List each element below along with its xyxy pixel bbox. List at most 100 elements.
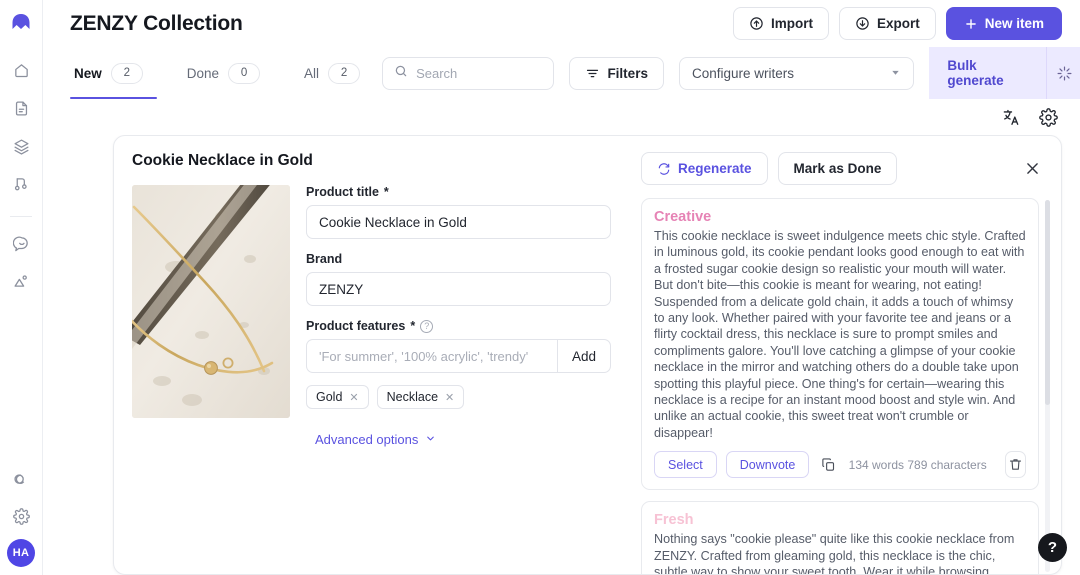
export-label: Export	[877, 16, 920, 31]
tab-all-label: All	[304, 66, 319, 81]
chat-smile-icon	[13, 235, 30, 252]
item-body: Product title * Cookie Necklace in Gold …	[132, 185, 611, 449]
variant-list: Creative This cookie necklace is sweet i…	[641, 198, 1051, 574]
content-area: Cookie Necklace in Gold	[43, 135, 1080, 575]
sparkle-icon[interactable]	[1046, 47, 1080, 99]
help-fab-button[interactable]: ?	[1038, 533, 1067, 562]
app-logo[interactable]	[9, 11, 33, 35]
sidebar-item-home[interactable]	[6, 55, 36, 85]
variant-body: Fresh Nothing says "cookie please" quite…	[642, 502, 1038, 574]
variant-tone-label: Fresh	[654, 512, 1026, 528]
tab-new[interactable]: New 2	[70, 47, 165, 99]
branch-icon	[13, 176, 30, 193]
close-icon[interactable]	[1020, 156, 1045, 181]
search-box[interactable]	[382, 57, 554, 90]
question-icon[interactable]: ?	[420, 320, 433, 333]
home-icon	[13, 62, 30, 79]
page-header: ZENZY Collection Import Export	[43, 0, 1080, 47]
gear-icon	[13, 508, 30, 525]
downvote-button[interactable]: Downvote	[726, 451, 810, 478]
item-edit-pane: Cookie Necklace in Gold	[114, 136, 629, 574]
variant-body: Creative This cookie necklace is sweet i…	[642, 199, 1038, 441]
search-input[interactable]	[416, 66, 542, 81]
product-features-row: 'For summer', '100% acrylic', 'trendy' A…	[306, 339, 611, 373]
variant-tone-label: Creative	[654, 209, 1026, 225]
import-button[interactable]: Import	[733, 7, 829, 40]
product-features-required: *	[410, 319, 415, 333]
filter-icon	[585, 66, 600, 81]
status-tabs: New 2 Done 0 All 2	[70, 47, 382, 99]
import-label: Import	[771, 16, 813, 31]
toolbar: New 2 Done 0 All 2	[43, 47, 1080, 99]
tab-done[interactable]: Done 0	[165, 47, 282, 99]
scrollbar-thumb[interactable]	[1045, 200, 1050, 405]
plus-icon	[964, 17, 978, 31]
trash-icon[interactable]	[1005, 451, 1026, 478]
brand-input[interactable]: ZENZY	[306, 272, 611, 306]
sidebar-item-documents[interactable]	[6, 93, 36, 123]
brand-label: Brand	[306, 252, 611, 266]
select-button[interactable]: Select	[654, 451, 717, 478]
variant-card-creative: Creative This cookie necklace is sweet i…	[641, 198, 1039, 490]
product-features-label: Product features * ?	[306, 319, 611, 333]
import-icon	[749, 16, 764, 31]
chevron-down-icon	[890, 66, 901, 81]
sidebar-item-workflows[interactable]	[6, 169, 36, 199]
close-icon[interactable]: ✕	[445, 391, 454, 404]
product-image[interactable]	[132, 185, 290, 418]
header-actions: Import Export New item	[733, 7, 1062, 40]
mark-as-done-button[interactable]: Mark as Done	[778, 152, 898, 185]
sidebar-item-feedback[interactable]	[6, 228, 36, 258]
layers-icon	[13, 138, 30, 155]
variant-card-fresh: Fresh Nothing says "cookie please" quite…	[641, 501, 1039, 574]
item-title: Cookie Necklace in Gold	[132, 152, 611, 170]
export-icon	[855, 16, 870, 31]
product-title-label: Product title *	[306, 185, 611, 199]
product-features-input[interactable]: 'For summer', '100% acrylic', 'trendy'	[306, 339, 557, 373]
add-feature-button[interactable]: Add	[557, 339, 611, 373]
filters-label: Filters	[607, 66, 648, 81]
product-title-required: *	[384, 185, 389, 199]
regenerate-label: Regenerate	[678, 161, 752, 176]
tab-done-label: Done	[187, 66, 219, 81]
feature-tag[interactable]: Necklace ✕	[377, 385, 465, 409]
product-title-label-text: Product title	[306, 185, 379, 199]
sidebar-item-media[interactable]	[6, 266, 36, 296]
tab-all-count: 2	[328, 63, 360, 84]
filters-button[interactable]: Filters	[569, 57, 664, 90]
utility-icon-row	[43, 99, 1080, 135]
word-character-count: 134 words 789 characters	[849, 458, 987, 472]
feature-tag-label: Necklace	[387, 390, 438, 404]
main-column: ZENZY Collection Import Export	[43, 0, 1080, 575]
toolbar-right: Filters Configure writers Bulk generate	[382, 47, 1080, 99]
sidebar-item-settings[interactable]	[6, 501, 36, 531]
search-icon	[394, 64, 408, 83]
feature-tag[interactable]: Gold ✕	[306, 385, 369, 409]
translate-icon[interactable]	[1002, 108, 1021, 127]
configure-writers-value: Configure writers	[692, 66, 794, 81]
configure-writers-select[interactable]: Configure writers	[679, 57, 914, 90]
variant-text: This cookie necklace is sweet indulgence…	[654, 228, 1026, 441]
refresh-icon	[657, 162, 671, 176]
advanced-options-toggle[interactable]: Advanced options	[306, 432, 436, 447]
regenerate-button[interactable]: Regenerate	[641, 152, 768, 185]
sidebar-item-collections[interactable]	[6, 131, 36, 161]
bulk-generate-button[interactable]: Bulk generate	[931, 58, 1045, 88]
copy-icon[interactable]	[818, 451, 839, 478]
new-item-button[interactable]: New item	[946, 7, 1062, 40]
item-fields: Product title * Cookie Necklace in Gold …	[306, 185, 611, 449]
generated-actions: Regenerate Mark as Done	[641, 152, 1051, 185]
close-icon[interactable]: ✕	[349, 391, 358, 404]
variant-text: Nothing says "cookie please" quite like …	[654, 531, 1026, 574]
advanced-options-label: Advanced options	[315, 432, 418, 447]
feature-tag-list: Gold ✕ Necklace ✕	[306, 385, 611, 409]
product-title-input[interactable]: Cookie Necklace in Gold	[306, 205, 611, 239]
export-button[interactable]: Export	[839, 7, 936, 40]
tab-all[interactable]: All 2	[282, 47, 382, 99]
avatar[interactable]: HA	[7, 539, 35, 567]
generated-content-pane: Regenerate Mark as Done Creative	[629, 136, 1061, 574]
app-root: HA ZENZY Collection Import Export	[0, 0, 1080, 575]
sidebar-item-integrations[interactable]	[6, 463, 36, 493]
gear-icon[interactable]	[1039, 108, 1058, 127]
sidebar-divider	[10, 216, 32, 217]
